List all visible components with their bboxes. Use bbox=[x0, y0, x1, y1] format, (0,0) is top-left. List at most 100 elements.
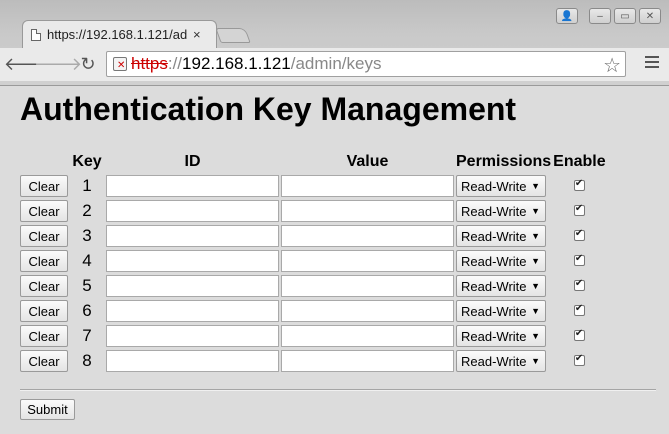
window-controls: 👤 – ▭ ✕ bbox=[556, 8, 661, 24]
divider bbox=[20, 389, 656, 391]
url-separator: :// bbox=[167, 54, 183, 73]
url-path: /admin/keys bbox=[290, 54, 382, 73]
reload-icon[interactable]: ↻ bbox=[76, 52, 100, 76]
header-enable: Enable bbox=[553, 153, 606, 170]
key-id-input[interactable] bbox=[106, 350, 279, 372]
permissions-selected: Read-Write bbox=[461, 203, 527, 219]
enable-checkbox[interactable] bbox=[573, 228, 585, 242]
dropdown-arrow-icon: ▼ bbox=[531, 206, 540, 216]
key-value-input[interactable] bbox=[281, 275, 454, 297]
key-number: 8 bbox=[82, 351, 92, 370]
enable-checkbox[interactable] bbox=[573, 353, 585, 367]
browser-tab[interactable]: https://192.168.1.121/admin/keys × bbox=[22, 20, 217, 48]
key-number: 4 bbox=[82, 251, 92, 270]
permissions-select[interactable]: Read-Write ▼ bbox=[456, 250, 546, 272]
submit-button[interactable]: Submit bbox=[20, 399, 75, 420]
key-value-input[interactable] bbox=[281, 175, 454, 197]
header-id: ID bbox=[184, 153, 201, 170]
permissions-selected: Read-Write bbox=[461, 303, 527, 319]
table-row: Clear 3 Read-Write ▼ bbox=[20, 225, 606, 247]
url-scheme: https bbox=[131, 54, 168, 73]
browser-toolbar: 🡐 🡒 ↻ https://192.168.1.121/admin/keys ☆ bbox=[0, 48, 669, 81]
clear-button[interactable]: Clear bbox=[20, 275, 68, 297]
dropdown-arrow-icon: ▼ bbox=[531, 256, 540, 266]
tab-close-icon[interactable]: × bbox=[193, 27, 201, 42]
clear-button[interactable]: Clear bbox=[20, 300, 68, 322]
key-number: 5 bbox=[82, 276, 92, 295]
permissions-select[interactable]: Read-Write ▼ bbox=[456, 200, 546, 222]
tab-title: https://192.168.1.121/admin/keys bbox=[47, 27, 187, 42]
clear-button[interactable]: Clear bbox=[20, 250, 68, 272]
dropdown-arrow-icon: ▼ bbox=[531, 231, 540, 241]
key-id-input[interactable] bbox=[106, 175, 279, 197]
key-number: 6 bbox=[82, 301, 92, 320]
page-icon bbox=[31, 28, 41, 41]
header-key: Key bbox=[72, 153, 102, 170]
clear-button[interactable]: Clear bbox=[20, 225, 68, 247]
key-id-input[interactable] bbox=[106, 275, 279, 297]
enable-checkbox[interactable] bbox=[573, 178, 585, 192]
user-icon[interactable]: 👤 bbox=[556, 8, 578, 24]
dropdown-arrow-icon: ▼ bbox=[531, 281, 540, 291]
page-content: Authentication Key Management Key ID Val… bbox=[0, 86, 669, 434]
enable-checkbox[interactable] bbox=[573, 253, 585, 267]
table-row: Clear 4 Read-Write ▼ bbox=[20, 250, 606, 272]
table-row: Clear 6 Read-Write ▼ bbox=[20, 300, 606, 322]
table-row: Clear 7 Read-Write ▼ bbox=[20, 325, 606, 347]
dropdown-arrow-icon: ▼ bbox=[531, 181, 540, 191]
permissions-select[interactable]: Read-Write ▼ bbox=[456, 175, 546, 197]
forward-arrow-icon[interactable]: 🡒 bbox=[34, 52, 82, 76]
key-id-input[interactable] bbox=[106, 250, 279, 272]
key-number: 2 bbox=[82, 201, 92, 220]
header-permissions: Permissions bbox=[456, 153, 552, 170]
enable-checkbox[interactable] bbox=[573, 278, 585, 292]
table-row: Clear 2 Read-Write ▼ bbox=[20, 200, 606, 222]
keys-table: Key ID Value Permissions Enable Clear 1 Re… bbox=[18, 149, 608, 375]
permissions-select[interactable]: Read-Write ▼ bbox=[456, 350, 546, 372]
key-number: 1 bbox=[82, 176, 92, 195]
key-id-input[interactable] bbox=[106, 325, 279, 347]
insecure-lock-icon[interactable] bbox=[113, 57, 127, 71]
key-value-input[interactable] bbox=[281, 200, 454, 222]
maximize-icon[interactable]: ▭ bbox=[614, 8, 636, 24]
permissions-select[interactable]: Read-Write ▼ bbox=[456, 300, 546, 322]
table-row: Clear 1 Read-Write ▼ bbox=[20, 175, 606, 197]
close-window-icon[interactable]: ✕ bbox=[639, 8, 661, 24]
enable-checkbox[interactable] bbox=[573, 203, 585, 217]
dropdown-arrow-icon: ▼ bbox=[531, 331, 540, 341]
permissions-select[interactable]: Read-Write ▼ bbox=[456, 275, 546, 297]
url-text[interactable]: https://192.168.1.121/admin/keys bbox=[131, 54, 381, 74]
clear-button[interactable]: Clear bbox=[20, 350, 68, 372]
browser-chrome: 👤 – ▭ ✕ https://192.168.1.121/admin/keys… bbox=[0, 0, 669, 86]
bookmark-star-icon[interactable]: ☆ bbox=[603, 53, 621, 78]
key-value-input[interactable] bbox=[281, 325, 454, 347]
clear-button[interactable]: Clear bbox=[20, 325, 68, 347]
clear-button[interactable]: Clear bbox=[20, 175, 68, 197]
table-row: Clear 8 Read-Write ▼ bbox=[20, 350, 606, 372]
address-bar[interactable]: https://192.168.1.121/admin/keys ☆ bbox=[106, 51, 626, 77]
enable-checkbox[interactable] bbox=[573, 328, 585, 342]
header-clear bbox=[20, 152, 68, 172]
key-value-input[interactable] bbox=[281, 300, 454, 322]
key-number: 7 bbox=[82, 326, 92, 345]
key-value-input[interactable] bbox=[281, 225, 454, 247]
enable-checkbox[interactable] bbox=[573, 303, 585, 317]
minimize-icon[interactable]: – bbox=[589, 8, 611, 24]
key-value-input[interactable] bbox=[281, 350, 454, 372]
key-id-input[interactable] bbox=[106, 200, 279, 222]
table-header-row: Key ID Value Permissions Enable bbox=[20, 152, 606, 172]
permissions-select[interactable]: Read-Write ▼ bbox=[456, 225, 546, 247]
key-id-input[interactable] bbox=[106, 225, 279, 247]
permissions-selected: Read-Write bbox=[461, 353, 527, 369]
url-host: 192.168.1.121 bbox=[182, 54, 291, 73]
permissions-selected: Read-Write bbox=[461, 228, 527, 244]
clear-button[interactable]: Clear bbox=[20, 200, 68, 222]
key-number: 3 bbox=[82, 226, 92, 245]
menu-icon[interactable] bbox=[645, 56, 659, 71]
key-id-input[interactable] bbox=[106, 300, 279, 322]
key-value-input[interactable] bbox=[281, 250, 454, 272]
permissions-select[interactable]: Read-Write ▼ bbox=[456, 325, 546, 347]
table-row: Clear 5 Read-Write ▼ bbox=[20, 275, 606, 297]
dropdown-arrow-icon: ▼ bbox=[531, 356, 540, 366]
new-tab-button[interactable] bbox=[215, 28, 251, 43]
